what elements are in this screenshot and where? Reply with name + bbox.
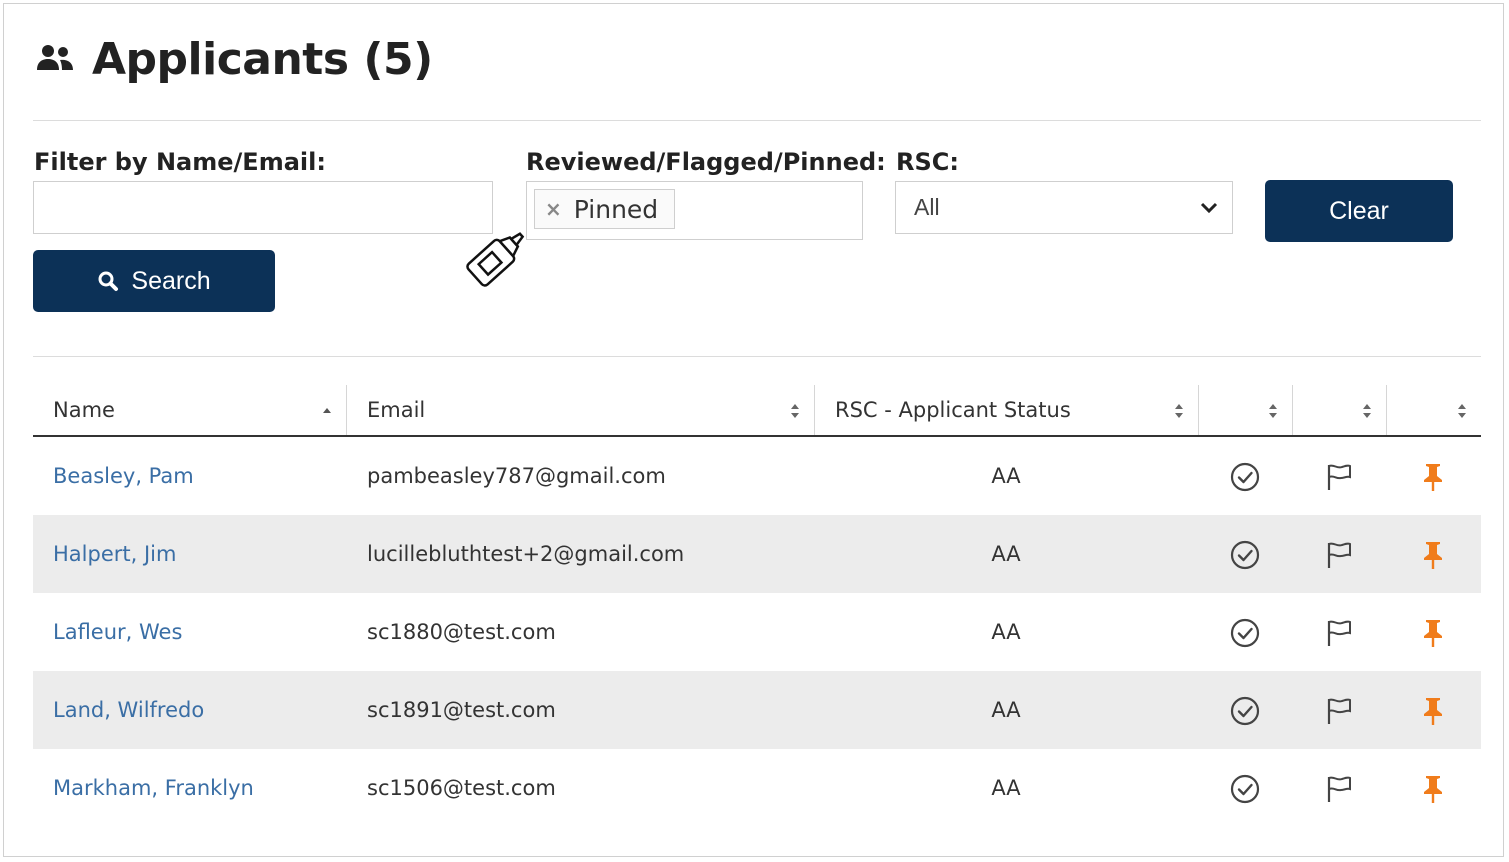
- applicant-name-link[interactable]: Beasley, Pam: [53, 437, 194, 515]
- page-header: Applicants (5): [34, 34, 433, 85]
- applicant-name-link[interactable]: Markham, Franklyn: [53, 749, 254, 827]
- header-divider: [33, 120, 1481, 121]
- sort-icon: [1269, 404, 1277, 418]
- rfp-filter-label: Reviewed/Flagged/Pinned:: [526, 148, 886, 176]
- rsc-filter-label: RSC:: [896, 148, 959, 176]
- flag-icon[interactable]: [1323, 695, 1355, 727]
- flag-icon[interactable]: [1323, 461, 1355, 493]
- applicant-email: lucillebluthtest+2@gmail.com: [367, 542, 685, 566]
- table-row: Beasley, Pam pambeasley787@gmail.com AA: [33, 437, 1481, 515]
- pin-icon[interactable]: [1417, 695, 1449, 727]
- applicant-email: sc1880@test.com: [367, 620, 556, 644]
- applicant-name-link[interactable]: Lafleur, Wes: [53, 593, 182, 671]
- applicant-status: AA: [991, 464, 1021, 488]
- flag-icon[interactable]: [1323, 539, 1355, 571]
- applicant-name-link[interactable]: Halpert, Jim: [53, 515, 176, 593]
- pin-icon[interactable]: [1417, 773, 1449, 805]
- applicant-email: sc1506@test.com: [367, 776, 556, 800]
- table-row: Markham, Franklyn sc1506@test.com AA: [33, 749, 1481, 827]
- page-title: Applicants (5): [92, 34, 433, 85]
- check-circle-icon[interactable]: [1229, 539, 1261, 571]
- pin-icon[interactable]: [1417, 539, 1449, 571]
- column-header-email[interactable]: Email: [346, 385, 814, 435]
- applicant-name-link[interactable]: Land, Wilfredo: [53, 671, 204, 749]
- pin-icon[interactable]: [1417, 461, 1449, 493]
- applicant-status: AA: [991, 620, 1021, 644]
- pin-icon[interactable]: [1417, 617, 1449, 649]
- applicant-email: sc1891@test.com: [367, 698, 556, 722]
- applicants-table: Name Email RSC - Applicant Status Beasle…: [33, 385, 1481, 827]
- filter-divider: [33, 356, 1481, 357]
- sort-asc-icon: [323, 408, 331, 413]
- column-header-name[interactable]: Name: [33, 385, 346, 435]
- search-icon: [98, 271, 119, 291]
- name-email-input[interactable]: [34, 182, 492, 233]
- rsc-select[interactable]: All: [895, 181, 1233, 234]
- column-header-pinned[interactable]: [1386, 385, 1481, 435]
- chip-label: Pinned: [573, 194, 659, 224]
- chevron-down-icon: [1200, 202, 1218, 213]
- flag-icon[interactable]: [1323, 617, 1355, 649]
- sort-icon: [1458, 404, 1466, 418]
- flag-icon[interactable]: [1323, 773, 1355, 805]
- chip-remove-icon[interactable]: ×: [545, 197, 562, 221]
- rsc-selected-value: All: [914, 194, 940, 220]
- people-icon: [37, 44, 73, 70]
- check-circle-icon[interactable]: [1229, 773, 1261, 805]
- clear-button[interactable]: Clear: [1265, 180, 1453, 242]
- check-circle-icon[interactable]: [1229, 617, 1261, 649]
- sort-icon: [1363, 404, 1371, 418]
- applicant-status: AA: [991, 698, 1021, 722]
- table-row: Lafleur, Wes sc1880@test.com AA: [33, 593, 1481, 671]
- rfp-multiselect[interactable]: × Pinned: [526, 181, 863, 240]
- name-email-input-wrapper: [33, 181, 493, 234]
- check-circle-icon[interactable]: [1229, 461, 1261, 493]
- applicant-status: AA: [991, 776, 1021, 800]
- table-row: Halpert, Jim lucillebluthtest+2@gmail.co…: [33, 515, 1481, 593]
- sort-icon: [791, 404, 799, 418]
- column-header-status[interactable]: RSC - Applicant Status: [814, 385, 1198, 435]
- applicant-email: pambeasley787@gmail.com: [367, 464, 666, 488]
- clear-button-label: Clear: [1329, 196, 1389, 225]
- search-button-label: Search: [131, 266, 211, 295]
- glue-cursor-icon: [466, 232, 525, 287]
- search-button[interactable]: Search: [33, 250, 275, 312]
- table-row: Land, Wilfredo sc1891@test.com AA: [33, 671, 1481, 749]
- table-body: Beasley, Pam pambeasley787@gmail.com AA …: [33, 437, 1481, 827]
- table-header: Name Email RSC - Applicant Status: [33, 385, 1481, 437]
- column-header-reviewed[interactable]: [1198, 385, 1292, 435]
- sort-icon: [1175, 404, 1183, 418]
- column-header-flagged[interactable]: [1292, 385, 1386, 435]
- pinned-chip: × Pinned: [534, 189, 676, 229]
- name-email-filter-label: Filter by Name/Email:: [34, 148, 326, 176]
- applicant-status: AA: [991, 542, 1021, 566]
- check-circle-icon[interactable]: [1229, 695, 1261, 727]
